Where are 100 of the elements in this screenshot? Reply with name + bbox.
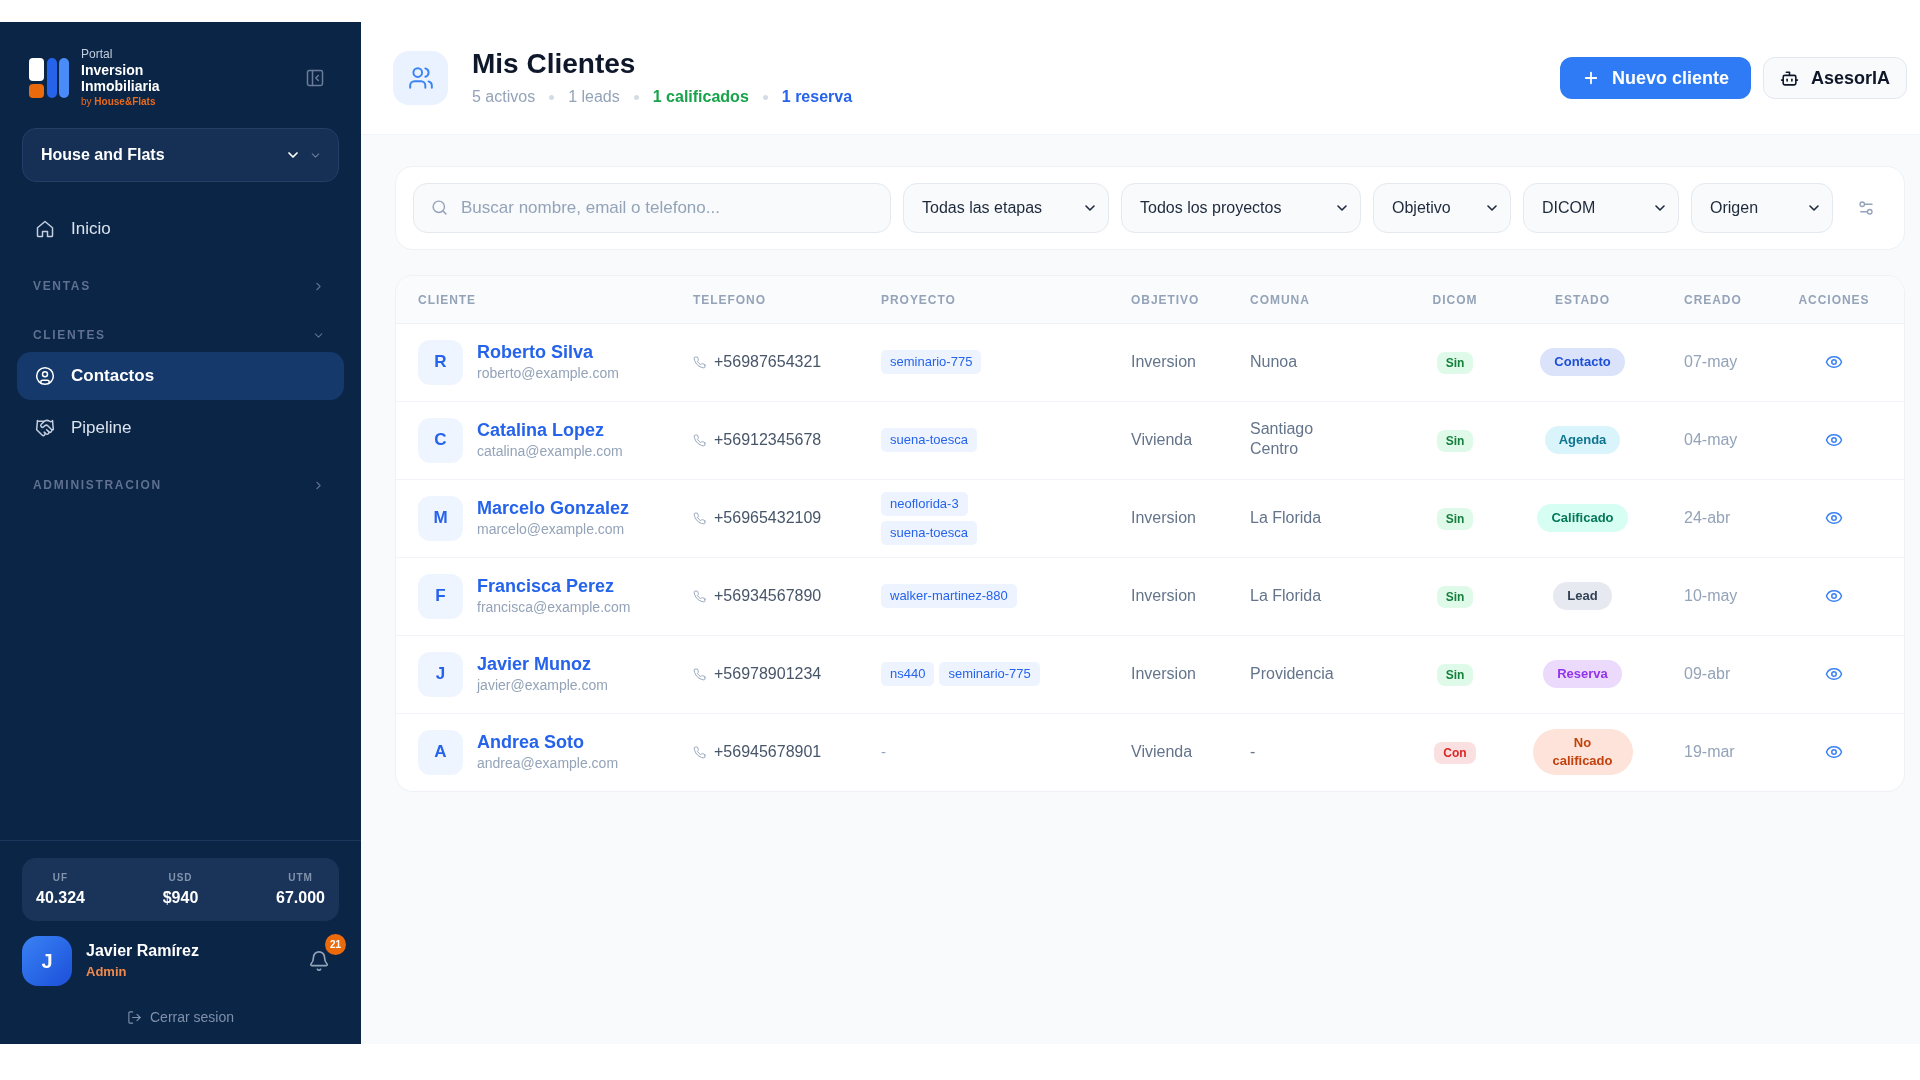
stat-text: 1 calificados	[652, 87, 749, 107]
phone-icon	[693, 667, 706, 681]
phone-icon	[693, 589, 706, 603]
home-icon	[35, 219, 55, 239]
rate-label: UF	[52, 870, 69, 885]
nav-item[interactable]: Pipeline	[17, 404, 344, 452]
filter-select[interactable]: Todas las etapas	[903, 183, 1109, 233]
dicom-tag: Sin	[1436, 352, 1474, 374]
client-email: roberto@example.com	[477, 364, 619, 383]
brand-byline: by House&Flats	[81, 95, 156, 109]
eye-icon[interactable]	[1825, 743, 1843, 761]
created-date: 07-may	[1684, 353, 1738, 370]
handshake-icon	[35, 418, 55, 438]
phone-number: +56965432109	[714, 508, 822, 528]
phone-number: +56934567890	[714, 586, 822, 606]
sliders-icon[interactable]	[1857, 199, 1875, 217]
section-header[interactable]: CLIENTES	[17, 319, 344, 351]
avatar: M	[418, 495, 463, 541]
phone-icon	[693, 511, 706, 525]
avatar: R	[418, 339, 463, 385]
dash-text: -	[881, 743, 886, 760]
user-name: Javier Ramírez	[86, 941, 199, 961]
avatar: F	[418, 573, 463, 619]
column-header: COMUNA	[1250, 293, 1310, 308]
client-email: marcelo@example.com	[477, 520, 625, 539]
search-field[interactable]: Buscar nombre, email o telefono...	[413, 183, 891, 233]
page-title: Mis Clientes	[472, 48, 636, 80]
eye-icon[interactable]	[1825, 665, 1843, 683]
eye-icon[interactable]	[1825, 509, 1843, 527]
brand-name: Inversion	[81, 62, 144, 78]
notification-badge: 21	[325, 934, 346, 955]
users-icon	[393, 51, 448, 105]
filter-select[interactable]: Objetivo	[1373, 183, 1511, 233]
objective-text: Inversion	[1131, 665, 1196, 682]
workspace-select[interactable]: House and Flats	[22, 128, 339, 182]
district-text: La Florida	[1250, 586, 1322, 606]
eye-icon[interactable]	[1825, 353, 1843, 371]
panel-left-icon[interactable]	[305, 68, 325, 88]
client-name-link[interactable]: Francisca Perez	[477, 575, 615, 598]
filter-select[interactable]: Origen	[1691, 183, 1833, 233]
avatar: J	[418, 651, 463, 697]
created-date: 09-abr	[1684, 665, 1731, 682]
dicom-tag: Sin	[1436, 430, 1474, 452]
nav-item[interactable]: Contactos	[17, 352, 344, 400]
objective-text: Inversion	[1131, 509, 1196, 526]
status-tag: Contacto	[1540, 348, 1625, 376]
eye-icon[interactable]	[1825, 587, 1843, 605]
objective-text: Inversion	[1131, 353, 1196, 370]
bell-icon[interactable]	[308, 950, 330, 972]
filter-select[interactable]: DICOM	[1523, 183, 1679, 233]
user-role: Admin	[86, 963, 127, 981]
column-header: CREADO	[1684, 293, 1742, 308]
phone-number: +56912345678	[714, 430, 822, 450]
avatar: J	[22, 936, 72, 986]
client-name-link[interactable]: Catalina Lopez	[477, 419, 605, 442]
column-header: PROYECTO	[881, 293, 956, 308]
brand-eyebrow: Portal	[81, 47, 113, 62]
project-tag: seminario-775	[939, 662, 1040, 686]
column-header: ESTADO	[1555, 293, 1610, 308]
client-name-link[interactable]: Javier Munoz	[477, 653, 592, 676]
avatar: A	[418, 729, 463, 775]
district-text: Providencia	[1250, 664, 1334, 684]
phone-icon	[693, 355, 706, 369]
logout-link[interactable]: Cerrar sesion	[127, 1006, 234, 1028]
status-tag: Lead	[1553, 582, 1612, 610]
client-email: catalina@example.com	[477, 442, 623, 461]
phone-number: +56945678901	[714, 742, 822, 762]
status-tag: Agenda	[1544, 426, 1621, 454]
client-name-link[interactable]: Marcelo Gonzalez	[477, 497, 630, 520]
district-text: La Florida	[1250, 508, 1322, 528]
district-text: Nunoa	[1250, 352, 1298, 372]
project-tag: suena-toesca	[881, 520, 978, 545]
nav-item[interactable]: Inicio	[17, 205, 344, 253]
section-header[interactable]: ADMINISTRACION	[17, 469, 344, 501]
objective-text: Vivienda	[1131, 743, 1193, 760]
created-date: 24-abr	[1684, 509, 1731, 526]
status-tag: No calificado	[1532, 729, 1633, 775]
status-tag: Calificado	[1537, 504, 1628, 532]
dicom-tag: Sin	[1436, 586, 1474, 608]
project-tag: neoflorida-3	[881, 491, 968, 516]
column-header: CLIENTE	[418, 293, 477, 308]
client-name-link[interactable]: Roberto Silva	[477, 341, 594, 364]
status-tag: Reserva	[1543, 660, 1622, 688]
eye-icon[interactable]	[1825, 431, 1843, 449]
logout-icon	[127, 1009, 142, 1025]
created-date: 04-may	[1684, 431, 1738, 448]
stat-text: 1 reserva	[781, 87, 853, 107]
client-name-link[interactable]: Andrea Soto	[477, 731, 584, 754]
dicom-tag: Sin	[1436, 508, 1474, 530]
user-circle-icon	[35, 366, 55, 386]
phone-icon	[693, 745, 706, 759]
section-header[interactable]: VENTAS	[17, 270, 344, 302]
project-tag: suena-toesca	[881, 428, 978, 452]
stat-text: 1 leads	[568, 87, 620, 107]
new-client-button[interactable]: Nuevo cliente	[1559, 57, 1751, 99]
district-text: -	[1250, 742, 1256, 762]
assistant-button[interactable]: AsesorIA	[1762, 57, 1907, 99]
filter-select[interactable]: Todos los proyectos	[1121, 183, 1361, 233]
robot-icon	[1779, 68, 1799, 88]
rate-value: 40.324	[36, 887, 85, 908]
